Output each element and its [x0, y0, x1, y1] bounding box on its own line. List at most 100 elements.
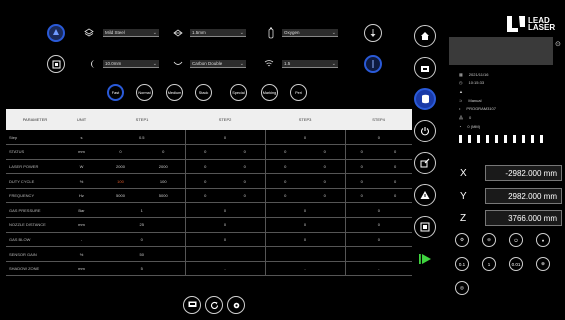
- step-value-cell[interactable]: 2000: [142, 159, 186, 175]
- thickness-select[interactable]: 10.0mm ⌄: [103, 60, 159, 68]
- step-value-cell[interactable]: 0: [378, 159, 413, 175]
- laser-head-icon[interactable]: [47, 24, 65, 42]
- step-1-button[interactable]: 1: [482, 257, 496, 271]
- step-value-cell[interactable]: 0: [378, 144, 413, 160]
- step-value-cell[interactable]: 0: [264, 159, 306, 175]
- power-button[interactable]: [414, 120, 436, 142]
- chevron-down-icon: ⌄: [331, 30, 336, 36]
- step-value-cell[interactable]: 0: [264, 173, 306, 189]
- step-value-cell[interactable]: 100: [142, 173, 186, 189]
- step-value-cell[interactable]: 0: [305, 188, 346, 204]
- step-value-cell[interactable]: 2000: [99, 159, 142, 175]
- step-001-button[interactable]: 0.01: [509, 257, 523, 271]
- play-icon[interactable]: [418, 253, 432, 267]
- step-value-cell[interactable]: 0: [264, 217, 346, 233]
- gear-icon: ⚙: [459, 237, 465, 242]
- step-value-cell[interactable]: 0: [142, 144, 186, 160]
- step-value-cell[interactable]: 0: [264, 232, 346, 248]
- mode-stack-button[interactable]: Stack: [195, 84, 212, 101]
- step-value-cell[interactable]: 0: [344, 232, 413, 248]
- step-value-cell[interactable]: 0: [264, 130, 346, 146]
- step-value-cell[interactable]: 1: [99, 202, 186, 219]
- edit-button[interactable]: [414, 152, 436, 174]
- focus-select[interactable]: 1.5 ⌄: [282, 60, 338, 68]
- step-value-cell[interactable]: 0: [225, 159, 266, 175]
- unit-cell: Hz: [64, 188, 99, 204]
- step-value-cell[interactable]: 0: [184, 144, 226, 160]
- timer-icon: ◔: [459, 124, 462, 129]
- sensor-icon[interactable]: [364, 55, 382, 73]
- step-value-cell[interactable]: 50: [99, 246, 186, 262]
- step-01-button[interactable]: 0.1: [455, 257, 469, 271]
- torch-button[interactable]: ♦: [536, 233, 550, 247]
- step-value-cell[interactable]: 0: [99, 232, 186, 248]
- cut-gas-value: Oxygen: [284, 30, 300, 35]
- mode-fast-button[interactable]: Fast: [107, 84, 124, 101]
- step-value-cell[interactable]: 5000: [99, 188, 142, 204]
- step-value-cell[interactable]: [184, 246, 266, 262]
- parameter-table: PARAMETER UNIT STEP1 STEP2 STEP3 STEP4 S…: [6, 109, 413, 277]
- program-icon[interactable]: [47, 55, 65, 73]
- database-button[interactable]: [414, 88, 436, 110]
- lens-type-select[interactable]: Carbon Double ⌄: [190, 60, 246, 68]
- home-button[interactable]: [414, 25, 436, 47]
- settings-gear-button[interactable]: [227, 296, 245, 314]
- step-value-cell[interactable]: 0: [184, 173, 226, 189]
- step-value-cell[interactable]: 0: [184, 232, 266, 248]
- step-value-cell[interactable]: -: [344, 261, 413, 277]
- step-value-cell[interactable]: 0: [264, 188, 306, 204]
- step-value-cell[interactable]: 5000: [142, 188, 186, 204]
- power-toggle-button[interactable]: ⏻: [509, 233, 523, 247]
- shutter-button[interactable]: ⊖: [482, 233, 496, 247]
- step-value-cell[interactable]: 0: [305, 159, 346, 175]
- mode-medium-button[interactable]: Medium: [166, 84, 183, 101]
- step-value-cell[interactable]: 0: [344, 202, 413, 219]
- step-value-cell[interactable]: -: [264, 261, 346, 277]
- step-value-cell[interactable]: 0: [264, 144, 306, 160]
- step-value-cell[interactable]: 0: [184, 130, 266, 146]
- mode-normal-button[interactable]: Normal: [136, 84, 153, 101]
- cutting-head-icon[interactable]: [364, 24, 382, 42]
- mode-peri-button[interactable]: Peri: [290, 84, 307, 101]
- step-value-cell[interactable]: 0: [225, 188, 266, 204]
- step-value-cell[interactable]: 0: [378, 188, 413, 204]
- alert-button[interactable]: [414, 184, 436, 206]
- step-value-cell[interactable]: 0: [344, 217, 413, 233]
- step-value-cell[interactable]: 0: [225, 144, 266, 160]
- step-value-cell[interactable]: 0: [344, 173, 379, 189]
- step-value-cell[interactable]: [344, 246, 413, 262]
- step-value-cell[interactable]: 0: [99, 144, 142, 160]
- jog-button[interactable]: ⊕: [536, 257, 550, 271]
- cut-gas-select[interactable]: Oxygen ⌄: [282, 29, 338, 37]
- step-value-cell[interactable]: 5: [99, 261, 186, 277]
- step-value-cell[interactable]: 0: [184, 202, 266, 219]
- step-value-cell[interactable]: 0: [344, 159, 379, 175]
- step-value-cell[interactable]: 0: [344, 144, 379, 160]
- mode-marking-button[interactable]: Marking: [261, 84, 278, 101]
- message-button[interactable]: [183, 296, 201, 314]
- step-value-cell[interactable]: 0: [378, 173, 413, 189]
- file-button[interactable]: [414, 57, 436, 79]
- step-value-cell[interactable]: 0: [184, 217, 266, 233]
- step-value-cell[interactable]: [264, 246, 346, 262]
- step-value-cell[interactable]: 0: [344, 188, 379, 204]
- step-value-cell[interactable]: 0.5: [99, 130, 186, 146]
- laser-test-button[interactable]: ◎: [455, 281, 469, 295]
- settings-gear-icon[interactable]: ⊙: [555, 40, 561, 48]
- step-value-cell[interactable]: 0: [305, 173, 346, 189]
- nozzle-select[interactable]: 1.5mm ⌄: [190, 29, 246, 37]
- settings-button[interactable]: ⚙: [455, 233, 469, 247]
- step-value-cell[interactable]: 100: [99, 173, 142, 189]
- step-value-cell[interactable]: 0: [264, 202, 346, 219]
- program-list-button[interactable]: [414, 216, 436, 238]
- refresh-button[interactable]: [205, 296, 223, 314]
- step-value-cell[interactable]: 0: [184, 188, 226, 204]
- step-value-cell[interactable]: 0: [184, 159, 226, 175]
- step-value-cell[interactable]: -: [184, 261, 266, 277]
- mode-special-button[interactable]: Special: [230, 84, 247, 101]
- step-value-cell[interactable]: 0: [344, 130, 413, 146]
- step-value-cell[interactable]: 0: [225, 173, 266, 189]
- step-value-cell[interactable]: 25: [99, 217, 186, 233]
- material-select[interactable]: Mild Steel ⌄: [103, 29, 159, 37]
- step-value-cell[interactable]: 0: [305, 144, 346, 160]
